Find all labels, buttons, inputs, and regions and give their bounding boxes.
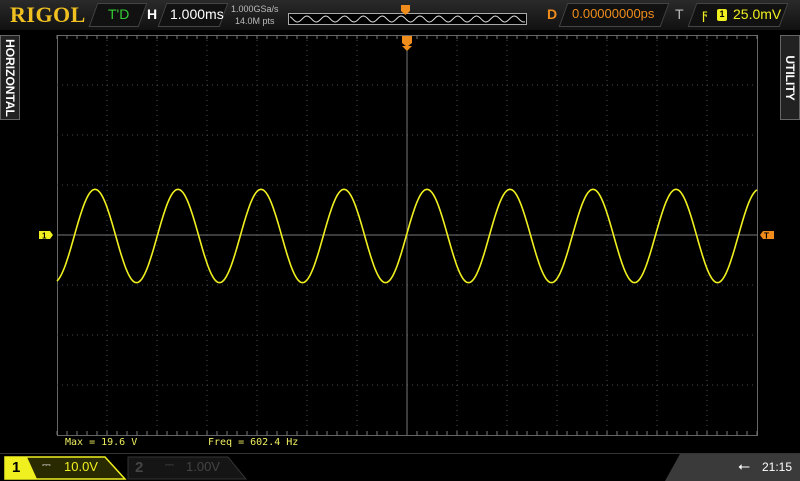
svg-text:T: T: [764, 232, 769, 241]
channel2-number: 2: [135, 459, 144, 476]
clock-time: 21:15: [762, 460, 793, 474]
svg-text:1: 1: [42, 232, 47, 241]
channel1-scale: 10.0V: [64, 459, 98, 474]
measurement-max: Max = 19.6 V: [65, 437, 138, 448]
usb-icon: ⭠: [738, 458, 751, 475]
channel1-ground-marker[interactable]: 1: [39, 231, 53, 241]
trigger-level-marker[interactable]: T: [760, 231, 774, 241]
measurement-freq: Freq = 602.4 Hz: [208, 437, 299, 448]
trigger-time-marker[interactable]: [402, 36, 412, 51]
channel1-number: 1: [12, 459, 21, 476]
channel2-coupling-icon: ⎓: [165, 459, 174, 471]
channel2-scale: 1.00V: [186, 459, 220, 474]
channel1-coupling-icon: ⎓: [42, 459, 51, 471]
bottom-bar: 1 ⎓ 10.0V 2 ⎓ 1.00V ⭠ 21:15: [0, 453, 800, 481]
waveform-display[interactable]: 1 T: [0, 0, 800, 453]
